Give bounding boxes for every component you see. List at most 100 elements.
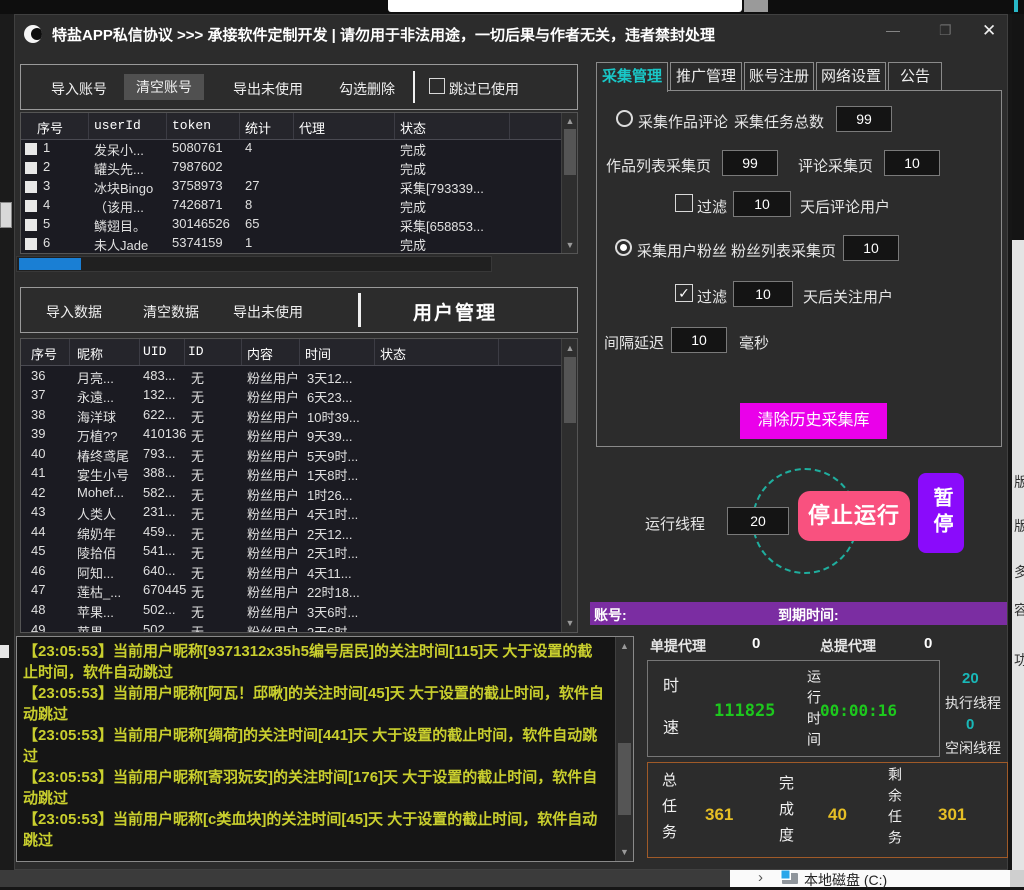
filter-follow-checkbox[interactable]: ✓ bbox=[675, 284, 693, 302]
background-explorer-strip-right bbox=[1010, 870, 1024, 887]
log-scrollbar[interactable]: ▲ ▼ bbox=[615, 637, 633, 861]
disk-icon[interactable] bbox=[782, 873, 798, 884]
comment-pages-input[interactable]: 10 bbox=[884, 150, 940, 176]
tab-account-register[interactable]: 账号注册 bbox=[744, 62, 814, 90]
import-accounts-button[interactable]: 导入账号 bbox=[51, 79, 107, 99]
work-pages-input[interactable]: 99 bbox=[722, 150, 778, 176]
maximize-button[interactable]: ❐ bbox=[939, 22, 952, 39]
scrollbar-thumb[interactable] bbox=[618, 743, 631, 815]
col-header-seq[interactable]: 序号 bbox=[37, 118, 63, 137]
collect-fans-radio[interactable] bbox=[615, 239, 632, 256]
scrollbar-thumb[interactable] bbox=[564, 357, 576, 423]
tab-collect-manage[interactable]: 采集管理 bbox=[596, 62, 668, 92]
accounts-h-scrollbar[interactable] bbox=[16, 256, 492, 272]
table-row[interactable]: 2罐头先...7987602完成 bbox=[21, 159, 561, 178]
filter-comment-checkbox[interactable] bbox=[675, 194, 693, 212]
table-row[interactable]: 46阿知...640...无粉丝用户4天11... bbox=[21, 563, 561, 582]
filter-follow-days-input[interactable]: 10 bbox=[733, 281, 793, 307]
users-table-scrollbar[interactable]: ▲ ▼ bbox=[561, 339, 578, 632]
accounts-table-scrollbar[interactable]: ▲ ▼ bbox=[561, 113, 578, 253]
table-row[interactable]: 49苹果...502...无粉丝用户3天6时... bbox=[21, 622, 561, 633]
table-row[interactable]: 6未人Jade53741591完成 bbox=[21, 235, 561, 254]
import-data-button[interactable]: 导入数据 bbox=[46, 302, 102, 322]
task-total-input[interactable]: 99 bbox=[836, 106, 892, 132]
table-row[interactable]: 39万植??410136无粉丝用户9天39... bbox=[21, 426, 561, 445]
col-header-id[interactable]: ID bbox=[188, 344, 204, 359]
tab-promo-manage[interactable]: 推广管理 bbox=[670, 62, 742, 90]
scrollbar-thumb[interactable] bbox=[564, 129, 576, 175]
pause-button[interactable]: 暂停 bbox=[918, 473, 964, 553]
background-left-icon-fragment-2 bbox=[0, 645, 9, 658]
speed-value: 111825 bbox=[714, 701, 775, 721]
scroll-down-icon[interactable]: ▼ bbox=[562, 618, 578, 628]
table-row[interactable]: 4（该用...74268718完成 bbox=[21, 197, 561, 216]
table-row[interactable]: 5鳞翅目。3014652665采集[658853... bbox=[21, 216, 561, 235]
table-row[interactable]: 36月亮...483...无粉丝用户3天12... bbox=[21, 368, 561, 387]
skip-used-checkbox[interactable] bbox=[429, 78, 445, 94]
row-checkbox[interactable] bbox=[25, 181, 37, 193]
collect-comments-radio[interactable] bbox=[616, 110, 633, 127]
scroll-up-icon[interactable]: ▲ bbox=[616, 641, 633, 651]
users-table-header: 序号 昵称 UID ID 内容 时间 状态 bbox=[21, 339, 561, 366]
col-header-content[interactable]: 内容 bbox=[247, 344, 273, 363]
row-checkbox[interactable] bbox=[25, 238, 37, 250]
scroll-up-icon[interactable]: ▲ bbox=[562, 343, 578, 353]
total-tasks-value: 361 bbox=[705, 805, 733, 825]
table-row[interactable]: 42Mohef...582...无粉丝用户1时26... bbox=[21, 485, 561, 504]
clear-history-button[interactable]: 清除历史采集库 bbox=[740, 403, 887, 439]
col-header-count[interactable]: 统计 bbox=[245, 118, 271, 137]
table-row[interactable]: 47莲枯_...670445无粉丝用户22时18... bbox=[21, 582, 561, 601]
tab-announcement[interactable]: 公告 bbox=[888, 62, 942, 90]
export-unused-data-button[interactable]: 导出未使用 bbox=[233, 302, 303, 322]
minimize-button[interactable]: — bbox=[886, 22, 900, 38]
stop-run-button[interactable]: 停止运行 bbox=[798, 491, 910, 541]
background-char: 多 bbox=[1014, 562, 1024, 582]
table-row[interactable]: 41宴生小号388...无粉丝用户1天8时... bbox=[21, 465, 561, 484]
exec-threads-value: 20 bbox=[962, 670, 979, 687]
close-button[interactable]: ✕ bbox=[982, 21, 996, 41]
table-row[interactable]: 48苹果...502...无粉丝用户3天6时... bbox=[21, 602, 561, 621]
accounts-table: 序号 userId token 统计 代理 状态 1发呆小...50807614… bbox=[20, 112, 578, 254]
row-checkbox[interactable] bbox=[25, 143, 37, 155]
row-checkbox[interactable] bbox=[25, 200, 37, 212]
collect-settings-panel bbox=[596, 90, 1002, 447]
clear-accounts-button[interactable]: 清空账号 bbox=[124, 74, 204, 100]
col-header-proxy[interactable]: 代理 bbox=[299, 118, 325, 137]
table-row[interactable]: 1发呆小...50807614完成 bbox=[21, 140, 561, 159]
table-row[interactable]: 45陵拾佰541...无粉丝用户2天1时... bbox=[21, 543, 561, 562]
col-header-time[interactable]: 时间 bbox=[305, 344, 331, 363]
fans-pages-input[interactable]: 10 bbox=[843, 235, 899, 261]
col-header-token[interactable]: token bbox=[172, 118, 211, 133]
collect-comments-label: 采集作品评论 bbox=[638, 111, 728, 132]
scroll-down-icon[interactable]: ▼ bbox=[616, 847, 633, 857]
col-header-status[interactable]: 状态 bbox=[380, 344, 406, 363]
filter-comment-days-input[interactable]: 10 bbox=[733, 191, 791, 217]
row-checkbox[interactable] bbox=[25, 162, 37, 174]
total-tasks-label: 总任务 bbox=[658, 772, 679, 850]
table-row[interactable]: 38海洋球622...无粉丝用户10时39... bbox=[21, 407, 561, 426]
export-unused-accounts-button[interactable]: 导出未使用 bbox=[233, 79, 303, 99]
interval-input[interactable]: 10 bbox=[671, 327, 727, 353]
scroll-up-icon[interactable]: ▲ bbox=[562, 116, 578, 126]
col-header-seq[interactable]: 序号 bbox=[31, 344, 57, 363]
remain-tasks-value: 301 bbox=[938, 805, 966, 825]
explorer-item-label[interactable]: 本地磁盘 (C:) bbox=[804, 870, 887, 890]
clear-data-button[interactable]: 清空数据 bbox=[143, 302, 199, 322]
col-header-status[interactable]: 状态 bbox=[400, 118, 426, 137]
tab-network-settings[interactable]: 网络设置 bbox=[816, 62, 886, 90]
users-panel-title: 用户管理 bbox=[413, 298, 497, 325]
table-row[interactable]: 43人类人231...无粉丝用户4天1时... bbox=[21, 504, 561, 523]
col-header-userid[interactable]: userId bbox=[94, 118, 141, 133]
table-row[interactable]: 37永遠...132...无粉丝用户6天23... bbox=[21, 387, 561, 406]
h-scrollbar-thumb[interactable] bbox=[19, 258, 81, 270]
table-row[interactable]: 44绵奶年459...无粉丝用户2天12... bbox=[21, 524, 561, 543]
table-row[interactable]: 40椿终鸢尾793...无粉丝用户5天9时... bbox=[21, 446, 561, 465]
scroll-down-icon[interactable]: ▼ bbox=[562, 240, 578, 250]
explorer-chevron-icon[interactable]: › bbox=[758, 869, 763, 886]
col-header-uid[interactable]: UID bbox=[143, 344, 166, 359]
run-threads-input[interactable]: 20 bbox=[727, 507, 789, 535]
check-delete-button[interactable]: 勾选删除 bbox=[339, 79, 395, 99]
row-checkbox[interactable] bbox=[25, 219, 37, 231]
table-row[interactable]: 3冰块Bingo375897327采集[793339... bbox=[21, 178, 561, 197]
col-header-nickname[interactable]: 昵称 bbox=[77, 344, 103, 363]
